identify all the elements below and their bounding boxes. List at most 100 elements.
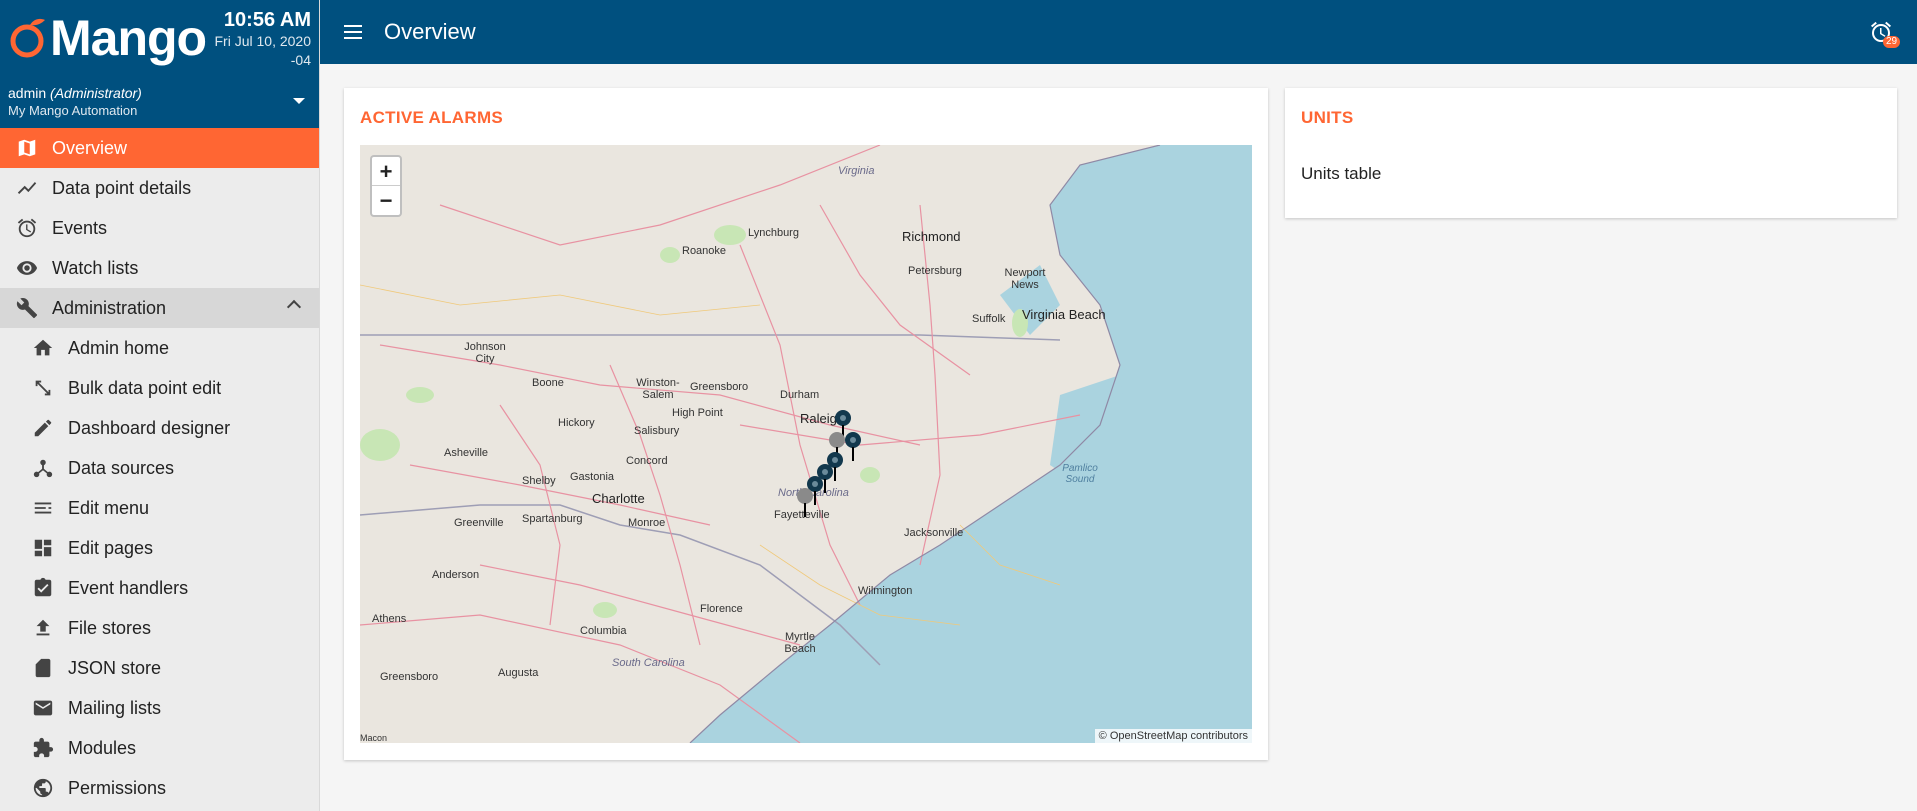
sidebar-item-data-sources[interactable]: Data sources (0, 448, 319, 488)
sidebar-item-watch-lists[interactable]: Watch lists (0, 248, 319, 288)
sidebar-item-label: Event handlers (68, 577, 189, 598)
map-label: Greensboro (380, 671, 439, 683)
caret-down-icon[interactable] (293, 98, 305, 104)
map-label: Shelby (522, 475, 556, 487)
zoom-control: + − (370, 155, 402, 217)
user-menu[interactable]: admin (Administrator) My Mango Automatio… (8, 84, 142, 120)
sidebar-item-event-handlers[interactable]: Event handlers (0, 568, 319, 608)
sidebar-item-label: Mailing lists (68, 697, 162, 718)
map-label: Petersburg (908, 265, 962, 277)
map-label: Hickory (558, 417, 595, 429)
map-label: Boone (532, 377, 564, 389)
units-table: Units table (1301, 164, 1382, 183)
wrench-icon (14, 296, 40, 320)
sidebar-item-label: Data sources (68, 457, 175, 478)
sidebar-item-label: Edit menu (68, 497, 150, 518)
sidebar-item-data-point-details[interactable]: Data point details (0, 168, 319, 208)
trend-icon (14, 176, 40, 200)
sidebar-item-label: JSON store (68, 657, 162, 678)
hub-icon (30, 456, 56, 480)
map-label: Anderson (432, 569, 480, 581)
clock-time: 10:56 AM (223, 9, 311, 31)
clock-date: Fri Jul 10, 2020 -04 (214, 33, 312, 68)
sidebar-item-label: Modules (68, 737, 137, 758)
map-label: Virginia (838, 165, 875, 177)
sidebar-item-events[interactable]: Events (0, 208, 319, 248)
map-label: Macon (360, 733, 388, 743)
map-icon (14, 136, 40, 160)
resize-icon (30, 376, 56, 400)
page-title: Overview (384, 19, 476, 44)
sidebar-item-label: Bulk data point edit (68, 377, 222, 398)
mango-logo-icon (10, 18, 45, 58)
globe-icon (30, 776, 56, 800)
sidebar-item-edit-menu[interactable]: Edit menu (0, 488, 319, 528)
map-label: Athens (372, 613, 407, 625)
map-label: Durham (780, 389, 820, 401)
map-label: Charlotte (592, 491, 645, 506)
map-label: Augusta (498, 667, 539, 679)
clipboard-check-icon (30, 576, 56, 600)
map-label: Wilmington (858, 585, 913, 597)
sidebar-item-overview[interactable]: Overview (0, 128, 319, 168)
sidebar-item-label: Permissions (68, 777, 167, 798)
zoom-in-button[interactable]: + (372, 157, 400, 186)
sidebar-item-admin-home[interactable]: Admin home (0, 328, 319, 368)
map-label: Myrtle Beach (784, 631, 816, 655)
map-label: Roanoke (682, 245, 727, 257)
user-role: (Administrator) (50, 85, 142, 101)
sidebar-item-modules[interactable]: Modules (0, 728, 319, 768)
map-label: Monroe (628, 517, 666, 529)
map-label: Newport News (1004, 267, 1046, 291)
sidebar-item-permissions[interactable]: Permissions (0, 768, 319, 808)
map-label: Johnson City (464, 341, 506, 365)
map-label: Richmond (902, 229, 961, 244)
user-name: admin (8, 85, 47, 101)
sidebar-item-label: Overview (52, 137, 128, 158)
menu-icon[interactable] (344, 16, 376, 48)
map-label: Columbia (580, 625, 627, 637)
alarms-map[interactable]: Virginia Lynchburg Richmond Roanoke Pete… (360, 145, 1252, 743)
map-label: Pamlico Sound (1062, 463, 1098, 485)
alarm-marker[interactable] (844, 431, 862, 461)
sidebar-item-edit-pages[interactable]: Edit pages (0, 528, 319, 568)
puzzle-icon (30, 736, 56, 760)
mail-icon (30, 696, 56, 720)
active-alarms-card: ACTIVE ALARMS Virginia Lynchburg Richmon… (344, 88, 1268, 760)
alarm-marker[interactable] (796, 487, 814, 517)
sd-card-icon (30, 656, 56, 680)
brand-name: Mango (50, 10, 207, 66)
mango-logo[interactable]: Mango (8, 10, 207, 66)
home-icon (30, 336, 56, 360)
card-title: UNITS (1301, 108, 1354, 127)
clock: 10:56 AM Fri Jul 10, 2020 -04 (211, 8, 312, 70)
sidebar-item-administration[interactable]: Administration (0, 288, 319, 328)
dashboard-icon (30, 536, 56, 560)
sidebar-item-dashboard-designer[interactable]: Dashboard designer (0, 408, 319, 448)
map-label: Greenville (454, 517, 504, 529)
alarm-count-badge: 29 (1883, 36, 1901, 48)
map-attribution[interactable]: © OpenStreetMap contributors (1094, 729, 1252, 743)
units-card: UNITS Units table (1285, 88, 1897, 218)
top-bar: Overview 29 (320, 0, 1917, 64)
chevron-up-icon (286, 299, 302, 315)
card-title: ACTIVE ALARMS (360, 108, 504, 127)
sidebar: Mango 10:56 AM Fri Jul 10, 2020 -04 admi… (0, 0, 320, 811)
alarm-button[interactable]: 29 (1869, 20, 1901, 50)
sidebar-item-file-stores[interactable]: File stores (0, 608, 319, 648)
map-label: Suffolk (972, 313, 1006, 325)
sidebar-item-label: Dashboard designer (68, 417, 231, 438)
sidebar-item-label: Administration (52, 297, 167, 318)
map-label: Florence (700, 603, 743, 615)
sidebar-item-json-store[interactable]: JSON store (0, 648, 319, 688)
map-label: Jacksonville (904, 527, 964, 539)
sidebar-item-label: Edit pages (68, 537, 154, 558)
pencil-icon (30, 416, 56, 440)
map-label: Spartanburg (522, 513, 583, 525)
upload-icon (30, 616, 56, 640)
zoom-out-button[interactable]: − (372, 186, 400, 215)
map-label: Lynchburg (748, 227, 799, 239)
sidebar-item-mailing-lists[interactable]: Mailing lists (0, 688, 319, 728)
sidebar-item-bulk-data-point-edit[interactable]: Bulk data point edit (0, 368, 319, 408)
map-label: High Point (672, 407, 723, 419)
